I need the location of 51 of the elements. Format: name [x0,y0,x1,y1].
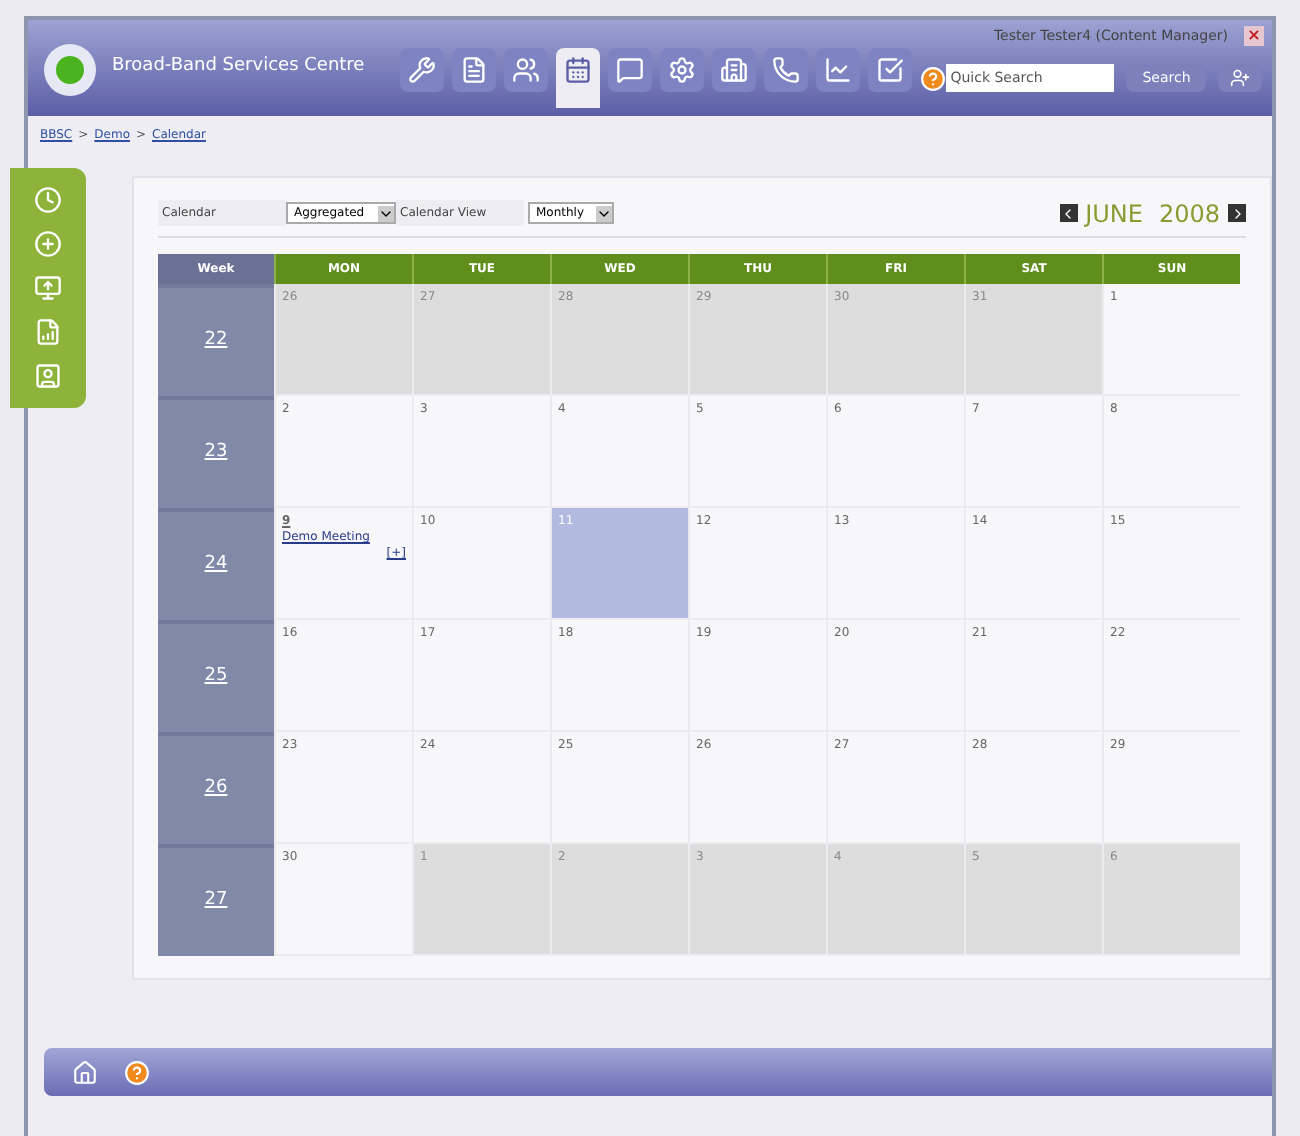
toolbar-tab[interactable] [712,48,757,92]
gear-icon [668,56,697,84]
week-number-cell[interactable]: 22 [158,284,274,396]
previous-month-button[interactable] [1059,204,1078,222]
add-user-icon [1230,68,1251,88]
add-icon [34,230,62,258]
toolbar-tab[interactable] [400,48,445,92]
chat-icon [616,56,645,84]
side-tool-button[interactable] [30,184,66,216]
user-card-icon [34,362,62,390]
year-label: 2008 [1158,197,1220,231]
toolbar-tab[interactable] [556,48,601,108]
toolbar-tab[interactable] [504,48,549,92]
help-icon [123,1059,149,1085]
calendar-icon [564,56,593,84]
document-icon [460,56,489,84]
toolbar-tab[interactable] [816,48,861,92]
toolbar-tab[interactable] [660,48,705,92]
phone-icon [772,56,801,84]
week-number-cell[interactable]: 23 [158,396,274,508]
monitor-icon [34,274,62,302]
building-icon [720,56,749,84]
report-icon [34,318,62,346]
toolbar-tab[interactable] [452,48,497,92]
app-title: Broad-Band Services Centre [112,53,365,79]
next-month-button[interactable] [1228,204,1246,222]
home-button[interactable] [68,1056,100,1088]
dropdown-icon [596,205,612,221]
close-button[interactable]: × [1244,26,1264,46]
toolbar-tab[interactable] [608,48,653,92]
side-tool-button[interactable] [30,360,66,392]
help-button[interactable] [120,1056,152,1088]
checkbox-icon [876,56,905,84]
help-icon [920,66,947,92]
week-number-cell[interactable]: 27 [158,844,274,956]
people-icon [512,56,541,84]
logo-icon [44,44,96,96]
week-number-cell[interactable]: 25 [158,620,274,732]
toolbar-tab[interactable] [764,48,809,92]
month-label: JUNE [1085,197,1143,231]
add-user-button[interactable] [1218,64,1263,92]
clock-icon [34,186,62,214]
chart-icon [824,56,853,84]
week-number-cell[interactable]: 24 [158,508,274,620]
week-number-cell[interactable]: 26 [158,732,274,844]
toolbar-tab[interactable] [868,48,913,92]
side-tool-button[interactable] [30,272,66,304]
home-icon [71,1059,97,1085]
dropdown-icon [378,205,394,221]
wrench-icon [408,56,437,84]
side-tool-button[interactable] [30,228,66,260]
